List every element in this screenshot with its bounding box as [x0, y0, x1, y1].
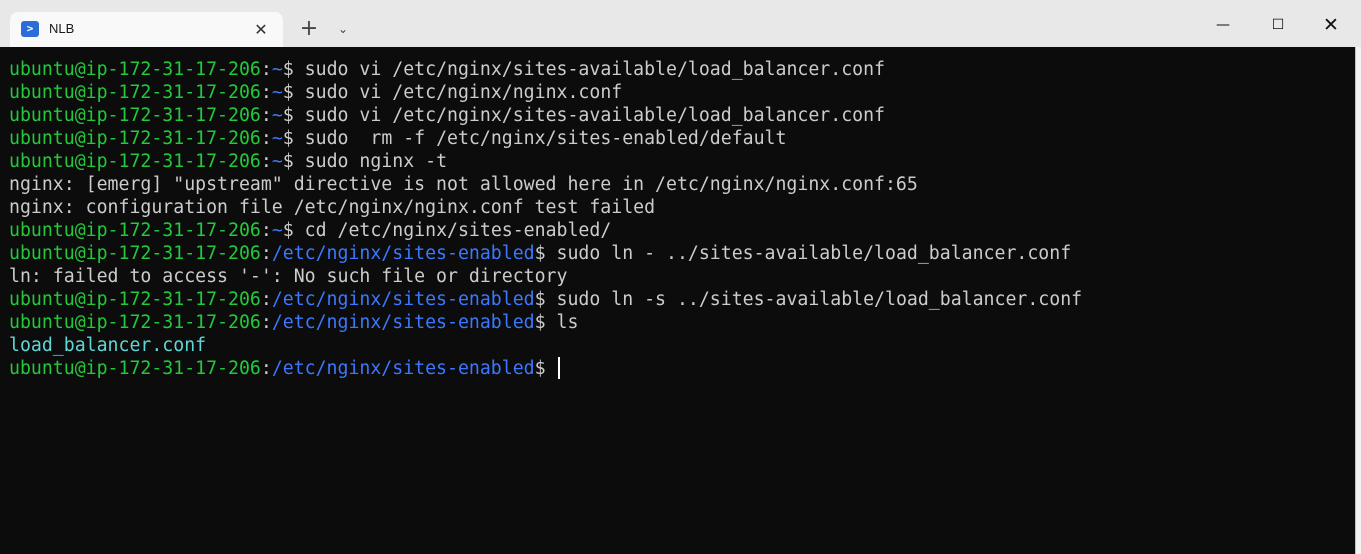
prompt-user: ubuntu@ip-172-31-17-206: [9, 289, 261, 310]
prompt-line: ubuntu@ip-172-31-17-206:/etc/nginx/sites…: [9, 242, 1082, 265]
prompt-separator: :: [260, 312, 272, 333]
prompt-symbol: $: [282, 82, 294, 103]
prompt-path: ~: [271, 151, 283, 172]
prompt-separator: :: [260, 59, 272, 80]
ls-output-line: load_balancer.conf: [9, 334, 1082, 357]
prompt-user: ubuntu@ip-172-31-17-206: [9, 312, 261, 333]
terminal-area[interactable]: ubuntu@ip-172-31-17-206:~$ sudo vi /etc/…: [0, 47, 1356, 554]
prompt-line: ubuntu@ip-172-31-17-206:~$ sudo vi /etc/…: [9, 58, 1082, 81]
new-tab-button[interactable]: +: [297, 17, 321, 43]
command-text: sudo nginx -t: [293, 151, 448, 172]
output-line: nginx: configuration file /etc/nginx/ngi…: [9, 196, 1082, 219]
prompt-symbol: $: [282, 128, 294, 149]
prompt-user: ubuntu@ip-172-31-17-206: [9, 105, 261, 126]
prompt-user: ubuntu@ip-172-31-17-206: [9, 82, 261, 103]
prompt-separator: :: [260, 358, 272, 379]
prompt-separator: :: [260, 289, 272, 310]
prompt-line: ubuntu@ip-172-31-17-206:/etc/nginx/sites…: [9, 357, 1082, 380]
prompt-line: ubuntu@ip-172-31-17-206:~$ sudo vi /etc/…: [9, 81, 1082, 104]
tab-nlb[interactable]: > NLB ✕: [10, 12, 283, 47]
prompt-separator: :: [260, 220, 272, 241]
prompt-path: ~: [271, 59, 283, 80]
command-text: sudo vi /etc/nginx/sites-available/load_…: [293, 59, 886, 80]
output-text: nginx: [emerg] "upstream" directive is n…: [9, 174, 918, 195]
prompt-separator: :: [260, 243, 272, 264]
prompt-symbol: $: [282, 105, 294, 126]
prompt-line: ubuntu@ip-172-31-17-206:~$ sudo nginx -t: [9, 150, 1082, 173]
prompt-separator: :: [260, 151, 272, 172]
command-text: sudo vi /etc/nginx/nginx.conf: [293, 82, 623, 103]
command-text: sudo ln - ../sites-available/load_balanc…: [545, 243, 1072, 264]
prompt-symbol: $: [534, 312, 546, 333]
prompt-path: ~: [271, 82, 283, 103]
command-text: sudo ln -s ../sites-available/load_balan…: [545, 289, 1083, 310]
chevron-down-icon[interactable]: ⌄: [333, 19, 353, 39]
prompt-user: ubuntu@ip-172-31-17-206: [9, 358, 261, 379]
prompt-path: ~: [271, 220, 283, 241]
prompt-user: ubuntu@ip-172-31-17-206: [9, 151, 261, 172]
output-line: nginx: [emerg] "upstream" directive is n…: [9, 173, 1082, 196]
prompt-separator: :: [260, 82, 272, 103]
prompt-user: ubuntu@ip-172-31-17-206: [9, 220, 261, 241]
text-cursor: [557, 357, 560, 379]
background-window-strip: [1356, 47, 1361, 554]
prompt-path: /etc/nginx/sites-enabled: [271, 312, 535, 333]
prompt-path: ~: [271, 105, 283, 126]
prompt-path: /etc/nginx/sites-enabled: [271, 358, 535, 379]
prompt-line: ubuntu@ip-172-31-17-206:/etc/nginx/sites…: [9, 311, 1082, 334]
output-line: ln: failed to access '-': No such file o…: [9, 265, 1082, 288]
powershell-icon: >: [21, 21, 39, 37]
prompt-path: ~: [271, 128, 283, 149]
close-window-button[interactable]: ✕: [1319, 13, 1343, 37]
prompt-symbol: $: [282, 220, 294, 241]
prompt-symbol: $: [534, 243, 546, 264]
command-text: sudo rm -f /etc/nginx/sites-enabled/defa…: [293, 128, 787, 149]
command-text: ls: [545, 312, 579, 333]
prompt-separator: :: [260, 128, 272, 149]
prompt-symbol: $: [534, 358, 546, 379]
terminal-output: ubuntu@ip-172-31-17-206:~$ sudo vi /etc/…: [9, 58, 1082, 380]
output-text: nginx: configuration file /etc/nginx/ngi…: [9, 197, 656, 218]
close-icon[interactable]: ✕: [251, 20, 271, 40]
prompt-line: ubuntu@ip-172-31-17-206:~$ cd /etc/nginx…: [9, 219, 1082, 242]
file-name: load_balancer.conf: [9, 335, 207, 356]
prompt-user: ubuntu@ip-172-31-17-206: [9, 59, 261, 80]
title-bar: > NLB ✕ + ⌄ — ☐ ✕: [0, 0, 1361, 47]
prompt-symbol: $: [282, 59, 294, 80]
prompt-user: ubuntu@ip-172-31-17-206: [9, 128, 261, 149]
minimize-button[interactable]: —: [1211, 13, 1235, 37]
prompt-line: ubuntu@ip-172-31-17-206:~$ sudo rm -f /e…: [9, 127, 1082, 150]
prompt-path: /etc/nginx/sites-enabled: [271, 243, 535, 264]
command-text: cd /etc/nginx/sites-enabled/: [293, 220, 612, 241]
prompt-line: ubuntu@ip-172-31-17-206:/etc/nginx/sites…: [9, 288, 1082, 311]
prompt-user: ubuntu@ip-172-31-17-206: [9, 243, 261, 264]
prompt-line: ubuntu@ip-172-31-17-206:~$ sudo vi /etc/…: [9, 104, 1082, 127]
prompt-symbol: $: [282, 151, 294, 172]
command-text: sudo vi /etc/nginx/sites-available/load_…: [293, 105, 886, 126]
prompt-path: /etc/nginx/sites-enabled: [271, 289, 535, 310]
maximize-button[interactable]: ☐: [1266, 13, 1290, 37]
prompt-separator: :: [260, 105, 272, 126]
prompt-symbol: $: [534, 289, 546, 310]
output-text: ln: failed to access '-': No such file o…: [9, 266, 568, 287]
tab-title: NLB: [49, 21, 75, 36]
